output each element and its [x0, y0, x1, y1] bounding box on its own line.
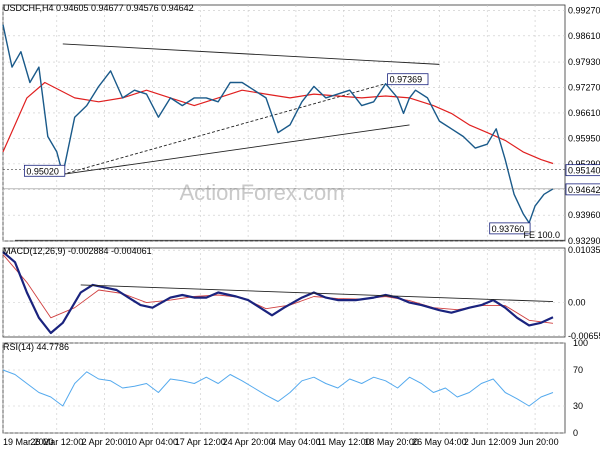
watermark: ActionForex.com — [179, 180, 344, 205]
macd-trendline — [80, 284, 554, 303]
price-panel-title: USDCHF,H4 0.94605 0.94677 0.94576 0.9464… — [3, 3, 194, 13]
rsi-y-tick: 100 — [573, 338, 588, 348]
macd-line — [2, 251, 554, 335]
price-y-tick: 0.97270 — [568, 83, 600, 93]
macd-y-tick: 0.00 — [568, 298, 586, 308]
x-tick-label: 10 Apr 04:00 — [127, 437, 178, 447]
price-y-tick: 0.97930 — [568, 57, 600, 67]
trendline — [62, 43, 440, 65]
rsi-panel-title: RSI(14) 44.7786 — [3, 342, 69, 352]
x-tick-label: 2 Jun 12:00 — [464, 437, 511, 447]
rsi-y-tick: 30 — [573, 401, 583, 411]
usdchf-chart: ActionForex.com 19 Mar 202026 Mar 12:002… — [2, 3, 600, 447]
rsi-y-tick: 0 — [573, 428, 578, 438]
level-label: 0.95140 — [568, 166, 600, 176]
price-y-tick: 0.99270 — [568, 5, 600, 15]
low-0.95020-label: 0.95020 — [26, 166, 59, 176]
macd-y-tick: 0.010358 — [568, 245, 600, 255]
x-tick-label: 9 Jun 20:00 — [512, 437, 559, 447]
rsi-panel-frame — [2, 342, 566, 434]
x-tick-label: 26 May 04:00 — [412, 437, 467, 447]
price-y-tick: 0.95950 — [568, 133, 600, 143]
x-tick-label: 4 May 04:00 — [271, 437, 321, 447]
x-tick-label: 17 Apr 12:00 — [175, 437, 226, 447]
rsi-y-tick: 70 — [573, 365, 583, 375]
x-tick-label: 11 May 12:00 — [317, 437, 371, 447]
price-y-tick: 0.93960 — [568, 210, 600, 220]
trendline — [62, 124, 410, 175]
fe-100-label: FE 100.0 — [523, 230, 560, 240]
rsi-line — [2, 369, 554, 407]
current-price-label: 0.94642 — [568, 185, 600, 195]
x-tick-label: 18 May 20:00 — [364, 437, 419, 447]
trendline — [62, 83, 386, 175]
price-y-tick: 0.96610 — [568, 108, 600, 118]
x-tick-label: 26 Mar 12:00 — [30, 437, 83, 447]
price-y-tick: 0.98610 — [568, 31, 600, 41]
macd-panel-title: MACD(12,26,9) -0.002884 -0.004061 — [3, 246, 152, 256]
moving-average-line — [2, 81, 554, 165]
low-0.93760-label: 0.93760 — [492, 224, 525, 234]
x-tick-label: 2 Apr 20:00 — [82, 437, 128, 447]
price-panel-frame — [2, 4, 566, 242]
x-tick-label: 24 Apr 20:00 — [223, 437, 274, 447]
high-0.97369-label: 0.97369 — [390, 75, 423, 85]
